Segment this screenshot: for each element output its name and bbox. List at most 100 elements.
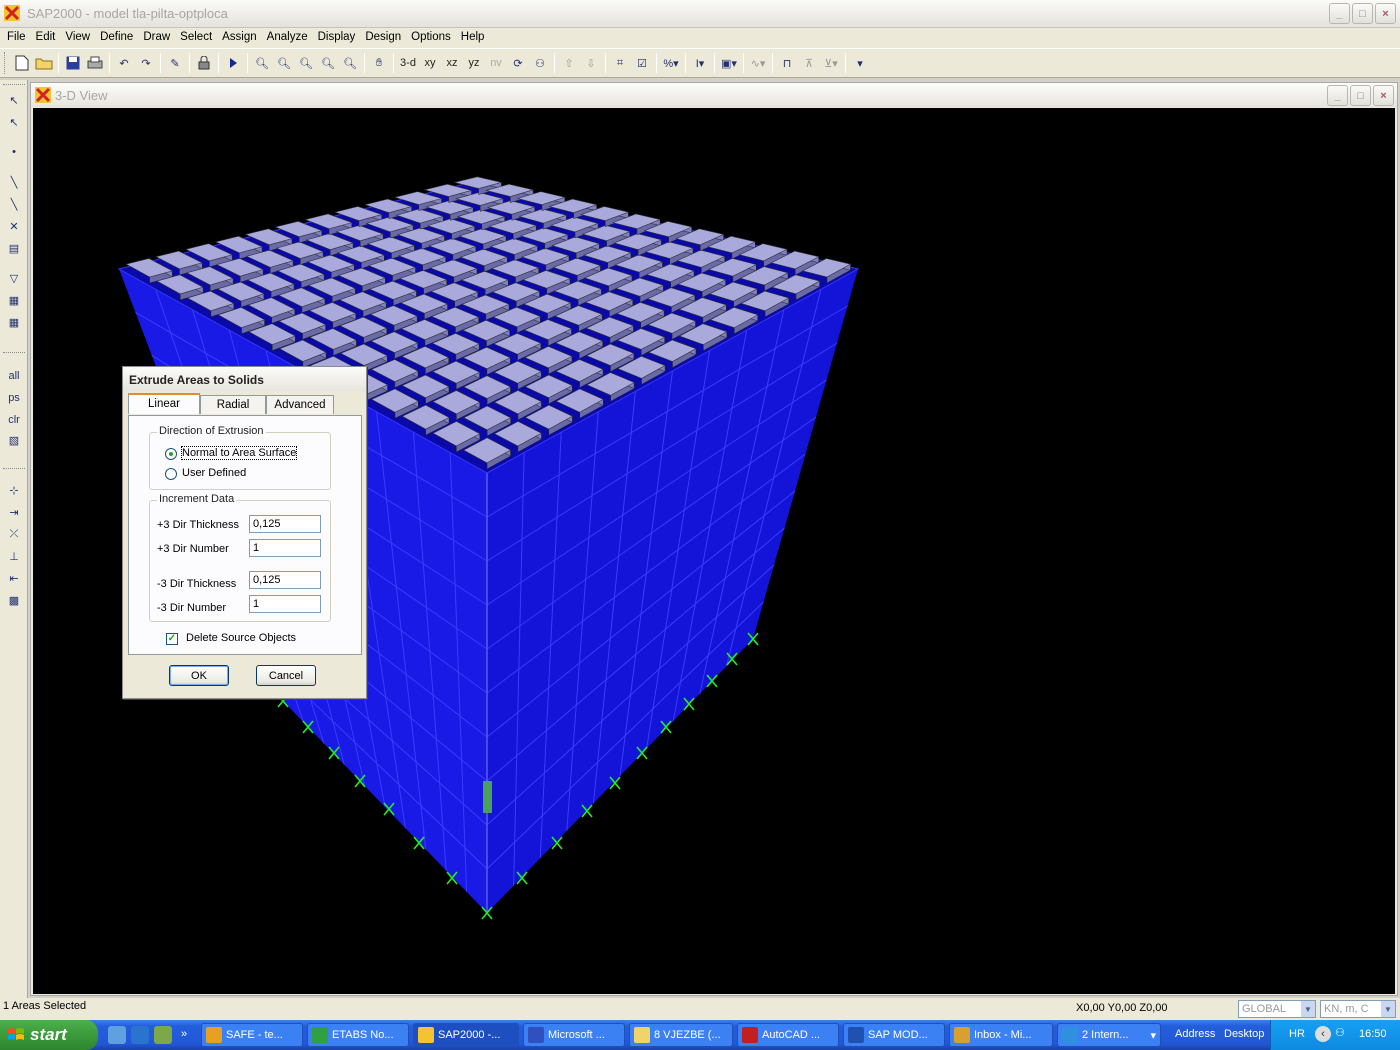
view-restore-button[interactable]: □ <box>1350 85 1371 106</box>
frame-design-icon[interactable]: ⊻▾ <box>820 52 842 74</box>
view-yz-button[interactable]: yz <box>463 52 485 74</box>
left-toolbar-grip[interactable] <box>3 84 25 87</box>
menu-file[interactable]: File <box>2 28 31 48</box>
quicklaunch-app-icon[interactable] <box>154 1026 172 1044</box>
back-arrow-icon[interactable]: ‹ <box>1315 1026 1331 1042</box>
view-close-button[interactable]: × <box>1373 85 1394 106</box>
menu-assign[interactable]: Assign <box>217 28 262 48</box>
cancel-button[interactable]: Cancel <box>256 665 316 686</box>
intersecting-line-icon[interactable]: ▧ <box>3 430 25 450</box>
perspective-icon[interactable]: ⚇ <box>529 52 551 74</box>
task-folder[interactable]: 8 VJEZBE (... <box>629 1023 733 1047</box>
section-icon[interactable]: I▾ <box>689 52 711 74</box>
view-minimize-button[interactable]: _ <box>1327 85 1348 106</box>
frame-load-icon[interactable]: ⊼ <box>798 52 820 74</box>
frame-icon[interactable]: ⊓ <box>776 52 798 74</box>
start-button[interactable]: start <box>0 1020 98 1050</box>
plus3-number-input[interactable]: 1 <box>249 539 321 557</box>
left-toolbar-grip-2[interactable] <box>3 352 25 355</box>
pencil-icon[interactable]: ✎ <box>164 52 186 74</box>
show-desktop-icon[interactable] <box>108 1026 126 1044</box>
draw-link-icon[interactable]: ▤ <box>3 238 25 258</box>
menu-design[interactable]: Design <box>360 28 406 48</box>
desktop-toolbar-label[interactable]: Desktop <box>1224 1028 1264 1040</box>
menu-draw[interactable]: Draw <box>138 28 175 48</box>
lock-icon[interactable] <box>193 52 215 74</box>
view-xz-button[interactable]: xz <box>441 52 463 74</box>
minimize-button[interactable]: _ <box>1329 3 1350 24</box>
snap-joints-icon[interactable]: ⊹ <box>3 480 25 500</box>
language-indicator[interactable]: HR <box>1289 1028 1305 1040</box>
draw-brace-icon[interactable]: ✕ <box>3 216 25 236</box>
toolbar-grip[interactable] <box>4 52 7 74</box>
menu-view[interactable]: View <box>60 28 95 48</box>
clear-selection-button[interactable]: clr <box>3 410 25 430</box>
reshaper-icon[interactable]: ↖ <box>3 112 25 132</box>
view-3d-button[interactable]: 3-d <box>397 52 419 74</box>
menu-display[interactable]: Display <box>313 28 361 48</box>
draw-point-icon[interactable]: • <box>3 142 25 162</box>
plus3-thickness-input[interactable]: 0,125 <box>249 515 321 533</box>
zoom-window-icon[interactable]: 🔍︎ <box>251 52 273 74</box>
task-etabs[interactable]: ETABS No... <box>307 1023 409 1047</box>
zoom-out-icon[interactable]: 🔍︎ <box>339 52 361 74</box>
restore-button[interactable]: □ <box>1352 3 1373 24</box>
save-icon[interactable] <box>62 52 84 74</box>
move-up-icon[interactable]: ⇧ <box>558 52 580 74</box>
snap-intersection-icon[interactable]: ⤫ <box>3 524 25 544</box>
set-display-options-icon[interactable]: ⌗ <box>609 52 631 74</box>
address-toolbar-label[interactable]: Address <box>1175 1028 1215 1040</box>
display-deformed-icon[interactable]: ▣▾ <box>718 52 740 74</box>
delete-source-label[interactable]: Delete Source Objects <box>186 632 296 644</box>
draw-rect-area-icon[interactable]: ▦ <box>3 290 25 310</box>
menu-help[interactable]: Help <box>456 28 490 48</box>
snap-lines-icon[interactable]: ⇤ <box>3 568 25 588</box>
coord-system-select[interactable]: GLOBAL ▼ <box>1238 1000 1316 1018</box>
task-microsoft[interactable]: Microsoft ... <box>523 1023 625 1047</box>
menu-options[interactable]: Options <box>406 28 456 48</box>
pan-icon[interactable]: ✋︎ <box>368 52 390 74</box>
undo-icon[interactable]: ↶ <box>113 52 135 74</box>
zoom-restore-icon[interactable]: 🔍︎ <box>273 52 295 74</box>
draw-area-icon[interactable]: ▽ <box>3 268 25 288</box>
draw-cable-icon[interactable]: ╲ <box>3 194 25 214</box>
quicklaunch-overflow-icon[interactable]: » <box>181 1028 187 1040</box>
snap-fine-grid-icon[interactable]: ▩ <box>3 590 25 610</box>
view-xy-button[interactable]: xy <box>419 52 441 74</box>
task-word[interactable]: SAP MOD... <box>843 1023 945 1047</box>
left-toolbar-grip-3[interactable] <box>3 468 25 471</box>
task-internet[interactable]: 2 Intern... ▾ <box>1057 1023 1161 1047</box>
redo-icon[interactable]: ↷ <box>135 52 157 74</box>
print-icon[interactable] <box>84 52 106 74</box>
new-file-icon[interactable] <box>11 52 33 74</box>
delete-source-checkbox[interactable]: ✓ <box>166 633 178 645</box>
internet-explorer-icon[interactable] <box>131 1026 149 1044</box>
view-nv-button[interactable]: nv <box>485 52 507 74</box>
ok-button[interactable]: OK <box>169 665 229 686</box>
menu-analyze[interactable]: Analyze <box>262 28 313 48</box>
task-inbox[interactable]: Inbox - Mi... <box>949 1023 1053 1047</box>
close-button[interactable]: × <box>1375 3 1396 24</box>
tab-linear[interactable]: Linear <box>128 393 200 414</box>
previous-selection-button[interactable]: ps <box>3 388 25 408</box>
snap-midpoint-icon[interactable]: ⇥ <box>3 502 25 522</box>
zoom-in-icon[interactable]: 🔍︎ <box>317 52 339 74</box>
minus3-number-input[interactable]: 1 <box>249 595 321 613</box>
menu-select[interactable]: Select <box>175 28 217 48</box>
normal-radio[interactable] <box>165 448 177 460</box>
tab-advanced[interactable]: Advanced <box>266 395 334 414</box>
tab-radial[interactable]: Radial <box>200 395 266 414</box>
zoom-full-icon[interactable]: 🔍︎ <box>295 52 317 74</box>
draw-frame-icon[interactable]: ╲ <box>3 172 25 192</box>
run-analysis-icon[interactable] <box>222 52 244 74</box>
check-icon[interactable]: ☑ <box>631 52 653 74</box>
snap-perpendicular-icon[interactable]: ⊥ <box>3 546 25 566</box>
select-all-button[interactable]: all <box>3 366 25 386</box>
pointer-icon[interactable]: ↖ <box>3 90 25 110</box>
minus3-thickness-input[interactable]: 0,125 <box>249 571 321 589</box>
menu-edit[interactable]: Edit <box>31 28 61 48</box>
menu-define[interactable]: Define <box>95 28 138 48</box>
percent-icon[interactable]: %▾ <box>660 52 682 74</box>
normal-radio-label[interactable]: Normal to Area Surface <box>180 446 298 460</box>
draw-quick-area-icon[interactable]: ▦ <box>3 312 25 332</box>
